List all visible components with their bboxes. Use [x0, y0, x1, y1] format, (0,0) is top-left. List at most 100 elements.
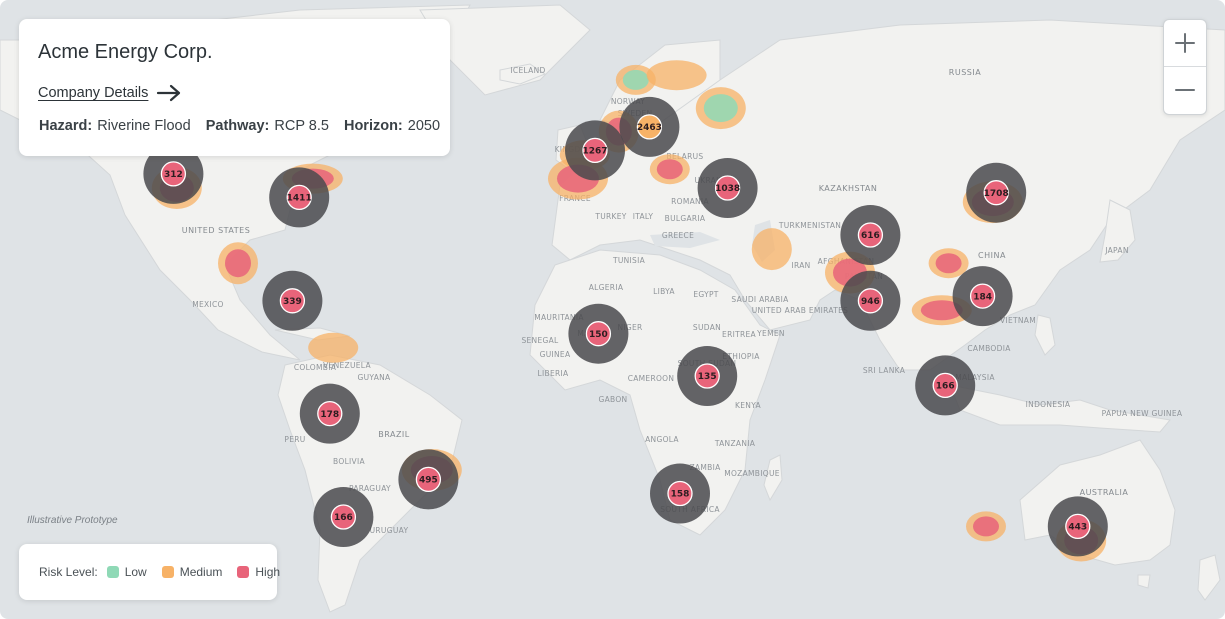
place-label: PAPUA NEW GUINEA [1102, 409, 1183, 418]
zoom-out-button[interactable] [1164, 66, 1206, 113]
place-label: SENEGAL [521, 336, 559, 345]
cluster-count: 495 [419, 476, 438, 486]
cluster-marker[interactable]: 1267 [565, 120, 625, 181]
legend-item-high: High [237, 565, 280, 579]
legend-label-low: Low [124, 565, 147, 579]
place-label: VIETNAM [1000, 316, 1036, 325]
cluster-count: 1267 [582, 147, 607, 157]
pathway-value: RCP 8.5 [274, 118, 329, 134]
place-label: SUDAN [693, 323, 721, 332]
prototype-watermark: Illustrative Prototype [27, 515, 118, 526]
risk-area-medium [646, 60, 707, 91]
place-label: KENYA [735, 401, 761, 410]
hazard-key: Hazard: [39, 118, 93, 134]
legend-title: Risk Level: [39, 565, 98, 579]
horizon-key: Horizon: [343, 118, 403, 134]
place-label: TANZANIA [714, 439, 756, 448]
medium-swatch [161, 566, 174, 578]
cluster-marker[interactable]: 339 [262, 270, 323, 331]
plus-icon [1175, 33, 1195, 53]
cluster-marker[interactable]: 178 [299, 383, 360, 444]
place-label: COLOMBIA [294, 363, 337, 372]
place-label: GREECE [662, 231, 694, 240]
place-label: ALGERIA [589, 283, 624, 292]
place-label: JAPAN [1104, 246, 1129, 255]
cluster-marker[interactable]: 150 [568, 303, 629, 364]
cluster-count: 2463 [637, 123, 662, 133]
company-info-card: Acme Energy Corp. Company Details Hazard… [19, 19, 450, 156]
cluster-marker[interactable]: 616 [840, 205, 901, 265]
cluster-marker[interactable]: 443 [1047, 496, 1108, 557]
cluster-count: 1708 [984, 189, 1009, 199]
cluster-marker[interactable]: 495 [398, 449, 459, 510]
place-label: YEMEN [756, 329, 785, 338]
legend-label-high: High [255, 565, 281, 579]
legend-item-medium: Medium [161, 565, 223, 579]
risk-area-high [218, 242, 258, 285]
place-label: UNITED STATES [182, 226, 251, 235]
place-label: BULGARIA [665, 214, 706, 223]
cluster-count: 443 [1068, 523, 1087, 533]
cluster-count: 166 [334, 513, 353, 523]
pathway-key: Pathway: [205, 118, 270, 134]
place-label: LIBERIA [538, 369, 569, 378]
place-label: GUYANA [358, 373, 392, 382]
cluster-count: 158 [671, 490, 690, 500]
cluster-count: 166 [936, 382, 955, 392]
place-label: RUSSIA [949, 68, 981, 77]
place-label: SRI LANKA [863, 366, 906, 375]
scenario-filters: Hazard: Riverine Flood Pathway: RCP 8.5 Ho… [39, 118, 451, 134]
cluster-count: 339 [283, 297, 302, 307]
place-label: TUNISIA [612, 256, 646, 265]
cluster-count: 1411 [287, 194, 312, 204]
place-label: ITALY [633, 212, 654, 221]
company-details-link[interactable]: Company Details [38, 83, 182, 103]
place-label: CAMEROON [628, 374, 675, 383]
cluster-marker[interactable]: 946 [840, 270, 901, 331]
cluster-marker[interactable]: 135 [677, 346, 738, 406]
place-label: CAMBODIA [967, 344, 1011, 353]
hazard-value: Riverine Flood [97, 118, 191, 134]
cluster-marker[interactable]: 1708 [966, 162, 1027, 223]
company-details-label: Company Details [38, 85, 149, 101]
risk-area-high [928, 248, 969, 279]
cluster-marker[interactable]: 1411 [269, 167, 330, 228]
cluster-marker[interactable]: 1038 [697, 158, 758, 218]
place-label: ANGOLA [645, 435, 679, 444]
low-swatch [106, 566, 119, 578]
company-name: Acme Energy Corp. [38, 41, 213, 63]
place-label: ICELAND [510, 66, 545, 75]
place-label: BRAZIL [378, 430, 410, 439]
legend-item-low: Low [106, 565, 147, 579]
risk-area-medium [308, 332, 359, 363]
cluster-marker[interactable]: 184 [952, 266, 1013, 327]
cluster-count: 312 [164, 170, 183, 180]
cluster-count: 1038 [715, 184, 740, 194]
risk-area-high [649, 154, 690, 185]
place-label: PERU [284, 435, 305, 444]
risk-area-high [966, 511, 1006, 542]
zoom-control [1163, 19, 1207, 115]
place-label: UNITED ARAB EMIRATES [752, 306, 848, 315]
legend-label-medium: Medium [179, 565, 223, 579]
risk-area-medium [751, 228, 792, 271]
cluster-marker[interactable]: 2463 [619, 96, 680, 157]
risk-legend: Risk Level: Low Medium High [19, 544, 280, 600]
place-label: BOLIVIA [333, 457, 365, 466]
cluster-count: 616 [861, 231, 880, 241]
cluster-marker[interactable]: 166 [313, 487, 374, 547]
cluster-count: 946 [861, 297, 880, 307]
arrow-right-icon [157, 84, 181, 102]
place-label: EGYPT [693, 290, 718, 299]
place-label: AUSTRALIA [1080, 488, 1129, 497]
place-label: URUGUAY [370, 526, 409, 535]
place-label: ERITREA [722, 330, 756, 339]
cluster-marker[interactable]: 158 [650, 463, 710, 524]
place-label: GUINEA [540, 350, 571, 359]
place-label: LIBYA [653, 287, 675, 296]
place-label: MEXICO [192, 300, 224, 309]
cluster-marker[interactable]: 166 [915, 355, 976, 416]
place-label: GABON [599, 395, 628, 404]
map-app: RUSSIAICELANDNORWAYSWEDENBELARUSUKRAINEK… [0, 0, 1225, 619]
zoom-in-button[interactable] [1164, 20, 1206, 66]
